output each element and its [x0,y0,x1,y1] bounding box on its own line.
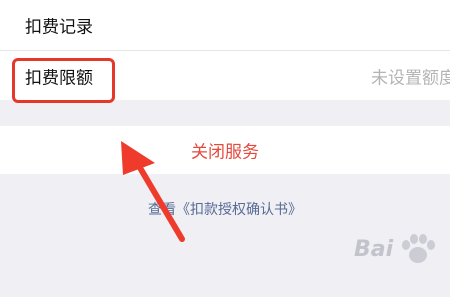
authorization-agreement-link[interactable]: 查看《扣款授权确认书》 [0,199,450,219]
deduction-settings-page: 扣费记录 扣费限额 未设置额度 关闭服务 查看《扣款授权确认书》 Bai [0,0,450,297]
close-service-button[interactable]: 关闭服务 [0,126,450,174]
deduction-record-label: 扣费记录 [25,17,93,38]
watermark-logo-text: Bai [354,237,394,262]
paw-icon [402,234,435,263]
deduction-limit-value: 未设置额度 [371,68,450,88]
close-service-label: 关闭服务 [191,142,259,163]
deduction-record-row[interactable]: 扣费记录 [0,0,450,50]
highlight-annotation-box [12,58,115,103]
baidu-watermark: Bai [354,234,444,277]
